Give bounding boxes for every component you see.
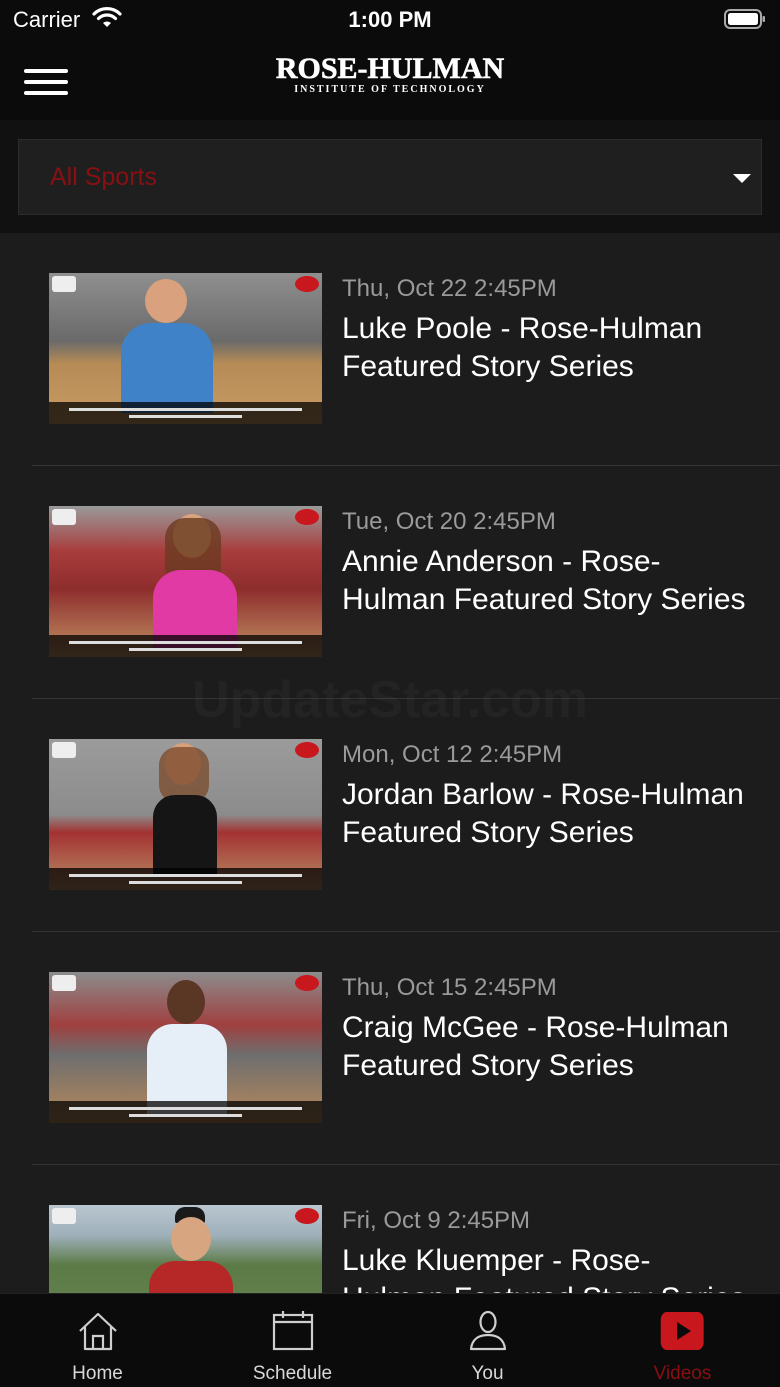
video-play-icon — [660, 1312, 704, 1350]
tab-videos[interactable]: Videos — [585, 1294, 780, 1387]
video-title: Luke Kluemper - Rose-Hulman Featured Sto… — [342, 1244, 746, 1293]
video-thumbnail — [49, 739, 322, 890]
menu-button[interactable] — [24, 64, 70, 96]
home-icon — [79, 1312, 117, 1351]
watermark-text: UpdateStar.com — [0, 670, 780, 730]
tab-label: You — [471, 1363, 504, 1384]
school-logo: ROSE-HULMAN INSTITUTE OF TECHNOLOGY — [240, 52, 540, 96]
video-list-item[interactable]: Fri, Oct 9 2:45PM Luke Kluemper - Rose-H… — [0, 1165, 780, 1293]
status-time: 1:00 PM — [348, 7, 432, 32]
tab-schedule[interactable]: Schedule — [195, 1294, 390, 1387]
calendar-icon — [272, 1311, 314, 1351]
chevron-down-icon — [733, 174, 751, 183]
video-thumbnail — [49, 506, 322, 657]
video-title: Annie Anderson - Rose-Hulman Featured St… — [342, 545, 746, 616]
tab-bar: Home Schedule You Videos — [0, 1293, 780, 1387]
status-bar: Carrier 1:00 PM — [0, 0, 780, 40]
tab-label: Home — [72, 1363, 123, 1384]
video-list-item[interactable]: Thu, Oct 22 2:45PM Luke Poole - Rose-Hul… — [0, 233, 780, 466]
video-list-item[interactable]: Tue, Oct 20 2:45PM Annie Anderson - Rose… — [0, 466, 780, 699]
sport-filter-dropdown[interactable]: All Sports — [18, 139, 762, 215]
video-list-item[interactable]: Mon, Oct 12 2:45PM Jordan Barlow - Rose-… — [0, 699, 780, 932]
filter-area: All Sports — [0, 120, 780, 233]
sport-filter-value: All Sports — [50, 163, 157, 191]
battery-icon — [724, 9, 765, 29]
logo-subtitle: INSTITUTE OF TECHNOLOGY — [294, 84, 486, 95]
video-thumbnail — [49, 1205, 322, 1293]
video-title: Craig McGee - Rose-Hulman Featured Story… — [342, 1011, 729, 1082]
tab-label: Schedule — [252, 1363, 333, 1384]
video-date: Mon, Oct 12 2:45PM — [342, 741, 563, 768]
video-date: Fri, Oct 9 2:45PM — [342, 1207, 531, 1234]
tab-home[interactable]: Home — [0, 1294, 195, 1387]
video-thumbnail — [49, 273, 322, 424]
video-date: Thu, Oct 22 2:45PM — [342, 275, 557, 302]
video-list[interactable]: Thu, Oct 22 2:45PM Luke Poole - Rose-Hul… — [0, 233, 780, 1293]
video-list-item[interactable]: Thu, Oct 15 2:45PM Craig McGee - Rose-Hu… — [0, 932, 780, 1165]
tab-you[interactable]: You — [390, 1294, 585, 1387]
video-title: Luke Poole - Rose-Hulman Featured Story … — [342, 312, 703, 383]
video-date: Tue, Oct 20 2:45PM — [342, 508, 556, 535]
video-date: Thu, Oct 15 2:45PM — [342, 974, 557, 1001]
video-thumbnail — [49, 972, 322, 1123]
nav-bar: ROSE-HULMAN INSTITUTE OF TECHNOLOGY — [0, 40, 780, 120]
video-title: Jordan Barlow - Rose-Hulman Featured Sto… — [342, 778, 744, 849]
tab-label: Videos — [653, 1363, 712, 1384]
person-icon — [469, 1310, 507, 1351]
logo-title: ROSE-HULMAN — [275, 52, 505, 85]
